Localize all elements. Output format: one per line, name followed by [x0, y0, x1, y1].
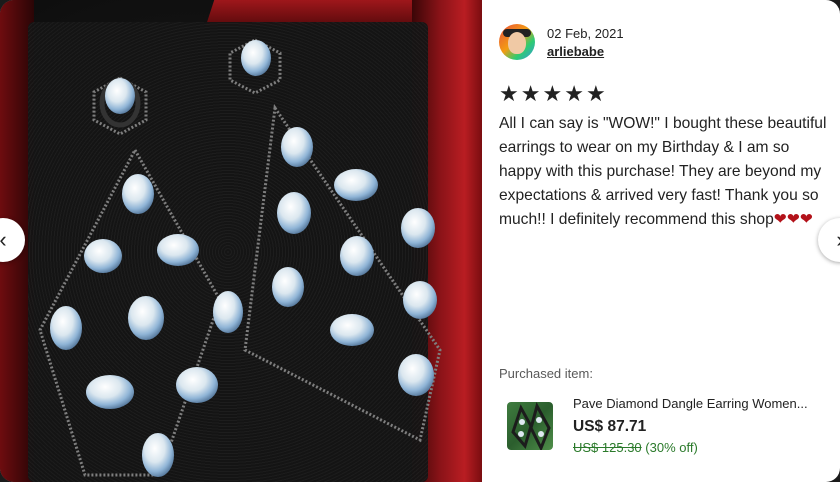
discount-label: (30% off) — [645, 440, 698, 455]
heart-icons: ❤❤❤ — [773, 211, 813, 228]
purchased-item-original-price: US$ 125.30 (30% off) — [573, 440, 698, 455]
original-price: US$ 125.30 — [573, 440, 642, 455]
avatar[interactable] — [499, 24, 535, 60]
avatar-face — [508, 32, 526, 54]
reviewer-username-link[interactable]: arliebabe — [547, 44, 604, 59]
review-text: All I can say is "WOW!" I bought these b… — [499, 112, 829, 232]
review-modal: 02 Feb, 2021 arliebabe ★ ★ ★ ★ ★ All I c… — [0, 0, 840, 482]
purchased-item-thumbnail[interactable] — [507, 402, 553, 450]
star-rating: ★ ★ ★ ★ ★ — [499, 83, 606, 105]
review-date: 02 Feb, 2021 — [547, 26, 624, 41]
right-earring-stones — [241, 40, 437, 396]
purchased-item-title-link[interactable]: Pave Diamond Dangle Earring Women... — [573, 396, 825, 411]
star-icon: ★ — [564, 81, 584, 106]
star-icon: ★ — [499, 81, 519, 106]
review-photo — [0, 0, 482, 482]
purchased-item-price: US$ 87.71 — [573, 418, 647, 435]
purchased-item-label: Purchased item: — [499, 366, 593, 381]
star-icon: ★ — [542, 81, 563, 106]
star-icon: ★ — [520, 81, 541, 106]
star-icon: ★ — [585, 81, 606, 106]
earring-thumbnail-icon — [511, 402, 551, 450]
review-panel: 02 Feb, 2021 arliebabe ★ ★ ★ ★ ★ All I c… — [482, 0, 840, 482]
chevron-left-icon: ‹ — [0, 227, 7, 252]
chevron-right-icon: › — [836, 227, 840, 253]
earrings-illustration — [38, 38, 442, 477]
left-earring — [38, 76, 222, 477]
left-earring-stones — [50, 78, 243, 477]
